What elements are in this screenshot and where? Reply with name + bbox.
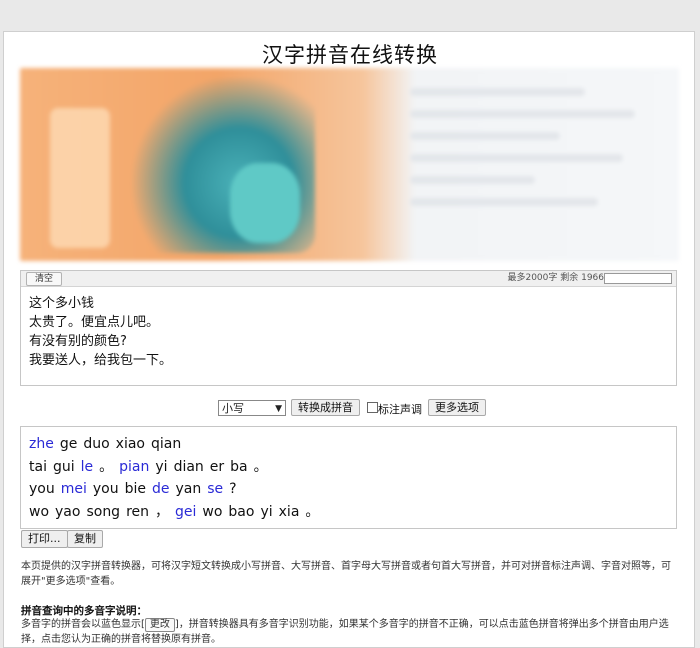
advertisement-banner[interactable] [20, 68, 679, 261]
pinyin-syllable: 。 [305, 503, 320, 520]
pinyin-syllable: 。 [253, 458, 268, 475]
pinyin-line: you mei you bie de yan se? [29, 478, 668, 501]
pinyin-syllable: ? [229, 481, 237, 497]
input-toolbar: 清空 最多2000字 剩余 1966 [21, 271, 676, 287]
polyphone-description: 多音字的拼音会以蓝色显示[更改]，拼音转换器具有多音字识别功能，如果某个多音字的… [21, 618, 669, 645]
pinyin-syllable: yan [175, 481, 202, 497]
input-line: 我要送人，给我包一下。 [29, 353, 173, 368]
pinyin-syllable: wo [29, 503, 50, 520]
pinyin-syllable: yi [260, 503, 273, 520]
polyphone-pinyin[interactable]: de [152, 481, 170, 497]
input-line: 这个多小钱 [29, 296, 95, 311]
tone-checkbox-label[interactable]: 标注声调 [378, 401, 422, 417]
pinyin-line: tai gui le 。 pian yi dian er ba 。 [29, 456, 668, 479]
change-example-button: 更改 [144, 618, 175, 632]
char-counter: 最多2000字 剩余 1966 [507, 273, 604, 283]
converter-description: 本页提供的汉字拼音转换器，可将汉字短文转换成小写拼音、大写拼音、首字母大写拼音或… [21, 561, 671, 587]
polyphone-pinyin[interactable]: mei [61, 481, 87, 497]
more-options-button[interactable]: 更多选项 [428, 399, 486, 416]
pinyin-syllable: er [209, 458, 225, 475]
pinyin-syllable: duo [83, 436, 110, 452]
pinyin-line: zhe ge duo xiao qian [29, 433, 668, 456]
pinyin-syllable: ba [230, 458, 248, 475]
tone-checkbox[interactable] [367, 402, 378, 413]
polyphone-text-before: 多音字的拼音会以蓝色显示 [21, 619, 141, 630]
clear-button[interactable]: 清空 [26, 272, 63, 286]
pinyin-syllable: tai [29, 458, 47, 475]
polyphone-pinyin[interactable]: gei [175, 504, 196, 520]
chevron-down-icon: ▼ [275, 404, 282, 414]
polyphone-pinyin[interactable]: pian [119, 459, 149, 475]
pinyin-syllable: dian [173, 458, 204, 475]
pinyin-syllable: yi [155, 458, 168, 475]
polyphone-heading: 拼音查询中的多音字说明： [21, 605, 147, 617]
pinyin-line: wo yao song ren， gei wo bao yi xia。 [29, 501, 668, 524]
pinyin-syllable: you [92, 481, 119, 497]
conversion-controls: 小写 ▼ 转换成拼音 标注声调 更多选项 [0, 399, 700, 419]
page-title: 汉字拼音在线转换 [262, 43, 438, 67]
case-select-value: 小写 [222, 402, 244, 415]
polyphone-pinyin[interactable]: le [81, 459, 94, 475]
convert-button[interactable]: 转换成拼音 [291, 399, 360, 416]
pinyin-syllable: ge [59, 436, 78, 452]
pinyin-syllable: wo [202, 503, 223, 520]
pinyin-syllable: 。 [99, 458, 114, 475]
polyphone-pinyin[interactable]: se [207, 481, 223, 497]
pinyin-syllable: you [29, 481, 55, 497]
pinyin-syllable: yao [55, 503, 81, 520]
pinyin-syllable: gui [52, 458, 75, 475]
pinyin-syllable: xia [278, 503, 300, 520]
pinyin-syllable: qian [151, 436, 182, 452]
pinyin-syllable: bie [124, 481, 146, 497]
input-text[interactable]: 这个多小钱 太贵了。便宜点儿吧。 有没有别的颜色? 我要送人，给我包一下。 [21, 287, 676, 377]
input-line: 太贵了。便宜点儿吧。 [29, 315, 160, 330]
chinese-input-area[interactable]: 清空 最多2000字 剩余 1966 这个多小钱 太贵了。便宜点儿吧。 有没有别… [20, 270, 677, 386]
pinyin-syllable: xiao [115, 436, 145, 452]
pinyin-syllable: bao [228, 503, 255, 520]
case-select[interactable]: 小写 ▼ [218, 400, 286, 416]
input-line: 有没有别的颜色? [29, 334, 127, 349]
print-button[interactable]: 打印... [21, 530, 68, 548]
polyphone-pinyin[interactable]: zhe [29, 436, 54, 452]
copy-button[interactable]: 复制 [67, 530, 103, 548]
pinyin-syllable: ， [155, 503, 170, 520]
char-counter-bar [604, 273, 672, 284]
pinyin-syllable: song [86, 503, 121, 520]
pinyin-output-area: zhe ge duo xiao qian tai gui le。 pian yi dian er ba。… [20, 426, 677, 529]
pinyin-syllable: ren [126, 503, 150, 520]
